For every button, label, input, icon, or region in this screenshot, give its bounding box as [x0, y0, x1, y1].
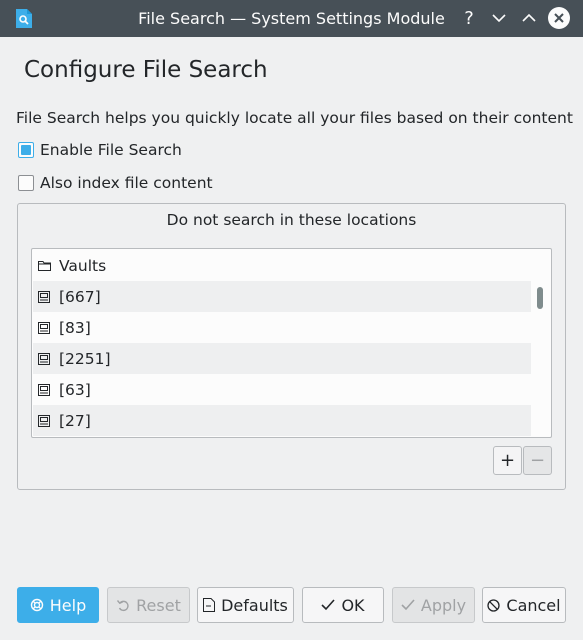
list-item[interactable]: [63]	[33, 374, 531, 405]
apply-button[interactable]: Apply	[392, 587, 475, 623]
lifebuoy-icon	[30, 598, 44, 612]
help-button[interactable]: Help	[17, 587, 99, 623]
list-item-label: [2251]	[59, 349, 111, 368]
list-scrollbar[interactable]	[537, 287, 543, 309]
enable-file-search-option[interactable]: Enable File Search	[18, 141, 182, 159]
undo-icon	[116, 598, 130, 612]
page-title: Configure File Search	[24, 57, 268, 83]
defaults-button[interactable]: Defaults	[197, 587, 294, 623]
chevron-up-icon	[522, 13, 536, 22]
folder-icon	[37, 259, 51, 273]
chevron-down-icon	[492, 14, 506, 23]
defaults-button-label: Defaults	[221, 595, 288, 615]
reset-button[interactable]: Reset	[107, 587, 190, 623]
remove-location-button[interactable]: −	[523, 446, 552, 475]
document-revert-icon	[203, 598, 216, 612]
help-button-label: Help	[49, 595, 87, 615]
list-item[interactable]: [2251]	[33, 343, 531, 374]
apply-button-label: Apply	[420, 595, 467, 615]
drive-icon	[37, 383, 51, 397]
excluded-locations-group: Do not search in these locations Vaults …	[17, 203, 566, 490]
drive-icon	[37, 290, 51, 304]
cancel-button-label: Cancel	[506, 595, 561, 615]
minus-icon: −	[529, 450, 546, 471]
add-location-button[interactable]: +	[493, 446, 522, 475]
list-item[interactable]: [667]	[33, 281, 531, 312]
plus-icon: +	[499, 450, 516, 471]
close-icon	[554, 13, 564, 23]
list-item-label: [667]	[59, 287, 101, 306]
question-icon: ?	[464, 7, 474, 29]
minimize-button[interactable]	[487, 6, 511, 30]
cancel-icon	[487, 598, 501, 612]
excluded-locations-list[interactable]: Vaults [667] [83] [2251] [63] [27]	[31, 248, 552, 438]
list-item[interactable]: Vaults	[33, 250, 531, 281]
reset-button-label: Reset	[136, 595, 181, 615]
index-content-checkbox[interactable]	[18, 175, 34, 191]
maximize-button[interactable]	[517, 6, 541, 30]
enable-file-search-label: Enable File Search	[40, 141, 182, 159]
drive-icon	[37, 352, 51, 366]
drive-icon	[37, 414, 51, 428]
ok-button[interactable]: OK	[302, 587, 384, 623]
list-item-label: [27]	[59, 411, 91, 430]
ok-button-label: OK	[341, 595, 365, 615]
list-item-label: Vaults	[59, 256, 107, 275]
help-titlebar-button[interactable]: ?	[457, 6, 481, 30]
checkmark-icon	[401, 599, 415, 611]
list-item[interactable]: [83]	[33, 312, 531, 343]
excluded-locations-title: Do not search in these locations	[166, 211, 417, 229]
index-content-option[interactable]: Also index file content	[18, 174, 213, 192]
checkmark-icon	[321, 599, 336, 611]
enable-file-search-checkbox[interactable]	[18, 142, 34, 158]
close-window-button[interactable]	[547, 6, 571, 30]
list-item[interactable]: [27]	[33, 405, 531, 436]
window-titlebar: File Search — System Settings Module ?	[0, 0, 583, 37]
list-item-label: [83]	[59, 318, 91, 337]
page-description: File Search helps you quickly locate all…	[16, 109, 573, 127]
drive-icon	[37, 321, 51, 335]
cancel-button[interactable]: Cancel	[482, 587, 566, 623]
index-content-label: Also index file content	[40, 174, 213, 192]
list-item-label: [63]	[59, 380, 91, 399]
